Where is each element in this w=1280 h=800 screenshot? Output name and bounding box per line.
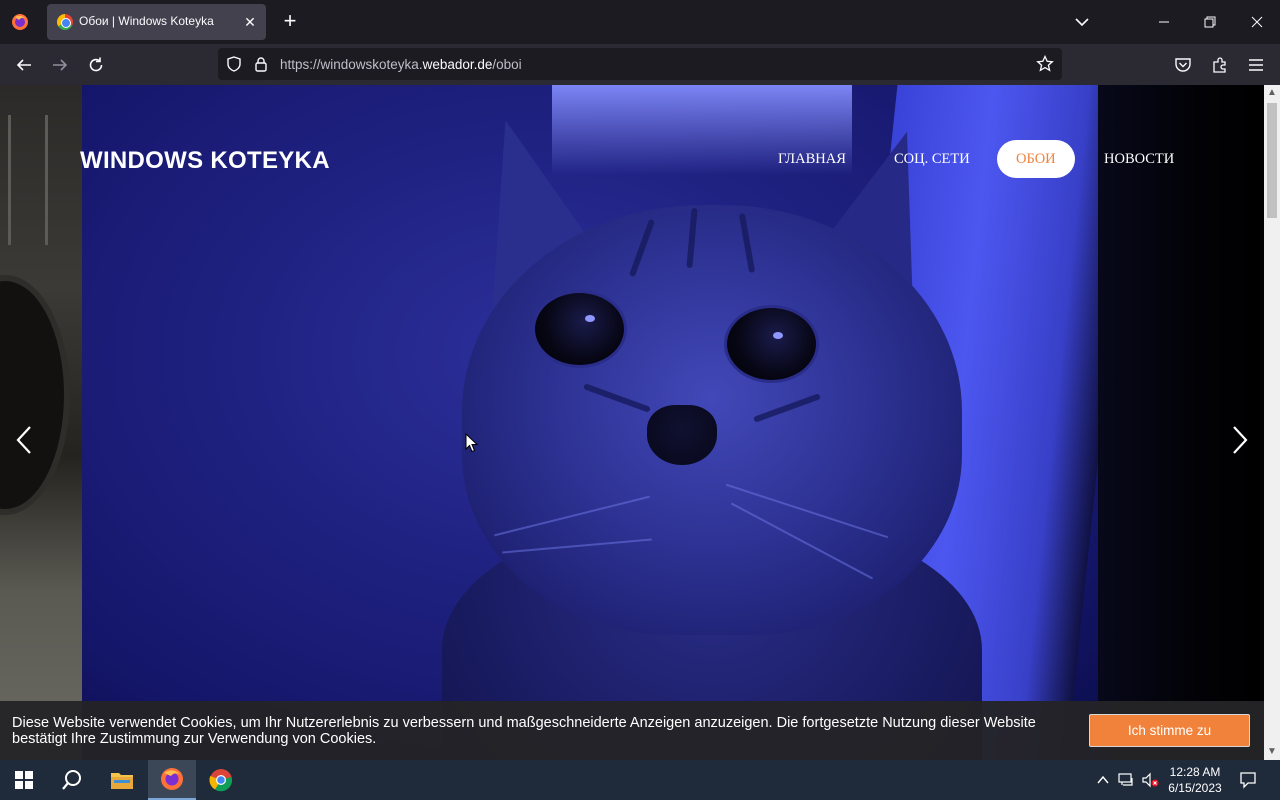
eye-glint	[585, 315, 595, 322]
chrome-icon[interactable]	[197, 760, 245, 800]
url-bar[interactable]: https://windowskoteyka.webador.de/oboi	[218, 48, 1062, 80]
extensions-icon[interactable]	[1207, 52, 1233, 78]
minimize-icon[interactable]	[1141, 0, 1187, 44]
restore-icon[interactable]	[1187, 0, 1233, 44]
tab-active[interactable]: Обои | Windows Koteyka ✕	[47, 4, 266, 40]
cat-photo	[432, 101, 1002, 760]
pocket-icon[interactable]	[1170, 52, 1196, 78]
previous-slide-image	[0, 85, 82, 760]
chrome-favicon-icon	[57, 14, 73, 30]
chevron-down-icon[interactable]	[1070, 10, 1094, 34]
file-explorer-icon[interactable]	[98, 760, 146, 800]
windows-start-icon[interactable]	[0, 760, 48, 800]
scroll-up-arrow-icon[interactable]: ▲	[1264, 85, 1280, 101]
page-content: WINDOWS KOTEYKA ГЛАВНАЯ СОЦ. СЕТИ ОБОИ Н…	[0, 85, 1264, 760]
volume-muted-icon[interactable]	[1141, 770, 1161, 790]
cookie-message: Diese Website verwendet Cookies, um Ihr …	[12, 715, 1036, 747]
slider-prev-arrow-icon[interactable]	[9, 425, 39, 455]
hero-slide-image	[82, 85, 1102, 760]
cat-eye	[724, 305, 819, 383]
reload-icon[interactable]	[83, 52, 109, 78]
forward-icon[interactable]	[47, 52, 73, 78]
slide-decoration	[0, 275, 70, 515]
nav-link-news[interactable]: НОВОСТИ	[1104, 140, 1174, 178]
scrollbar-thumb[interactable]	[1267, 103, 1277, 218]
shield-icon[interactable]	[225, 55, 243, 73]
new-tab-button[interactable]: +	[278, 10, 302, 34]
slider-next-arrow-icon[interactable]	[1225, 425, 1255, 455]
scroll-down-arrow-icon[interactable]: ▼	[1264, 744, 1280, 760]
nav-link-social[interactable]: СОЦ. СЕТИ	[894, 140, 970, 178]
close-icon[interactable]	[1234, 0, 1280, 44]
hamburger-icon[interactable]	[1243, 52, 1269, 78]
cat-eye	[532, 290, 627, 368]
search-icon[interactable]	[48, 760, 96, 800]
taskbar-clock[interactable]: 12:28 AM 6/15/2023	[1160, 764, 1230, 796]
nav-link-wallpapers[interactable]: ОБОИ	[997, 140, 1075, 178]
tab-bar: Обои | Windows Koteyka ✕ +	[0, 0, 1280, 44]
tab-title: Обои | Windows Koteyka	[79, 14, 214, 28]
firefox-icon[interactable]	[148, 760, 196, 800]
firefox-menu-icon[interactable]	[8, 10, 32, 34]
url-text: https://windowskoteyka.webador.de/oboi	[280, 57, 522, 72]
page-scrollbar[interactable]: ▲ ▼	[1264, 85, 1280, 760]
nav-link-home[interactable]: ГЛАВНАЯ	[778, 140, 846, 178]
lock-icon[interactable]	[252, 55, 270, 73]
clock-date: 6/15/2023	[1168, 781, 1222, 795]
slide-decoration	[8, 115, 48, 245]
site-title[interactable]: WINDOWS KOTEYKA	[80, 147, 330, 175]
notification-icon[interactable]	[1236, 768, 1260, 792]
clock-time: 12:28 AM	[1169, 765, 1221, 779]
windows-taskbar: 12:28 AM 6/15/2023	[0, 760, 1280, 800]
back-icon[interactable]	[11, 52, 37, 78]
tray-chevron-icon[interactable]	[1093, 770, 1113, 790]
next-slide-image	[1098, 85, 1264, 760]
star-icon[interactable]	[1036, 55, 1054, 73]
network-icon[interactable]	[1117, 770, 1137, 790]
tab-close-button[interactable]: ✕	[240, 12, 260, 32]
cookie-consent-bar: Diese Website verwendet Cookies, um Ihr …	[0, 701, 1264, 760]
cookie-accept-button[interactable]: Ich stimme zu	[1089, 714, 1250, 747]
cat-nose	[647, 405, 717, 465]
eye-glint	[773, 332, 783, 339]
navigation-toolbar: https://windowskoteyka.webador.de/oboi	[0, 44, 1280, 85]
